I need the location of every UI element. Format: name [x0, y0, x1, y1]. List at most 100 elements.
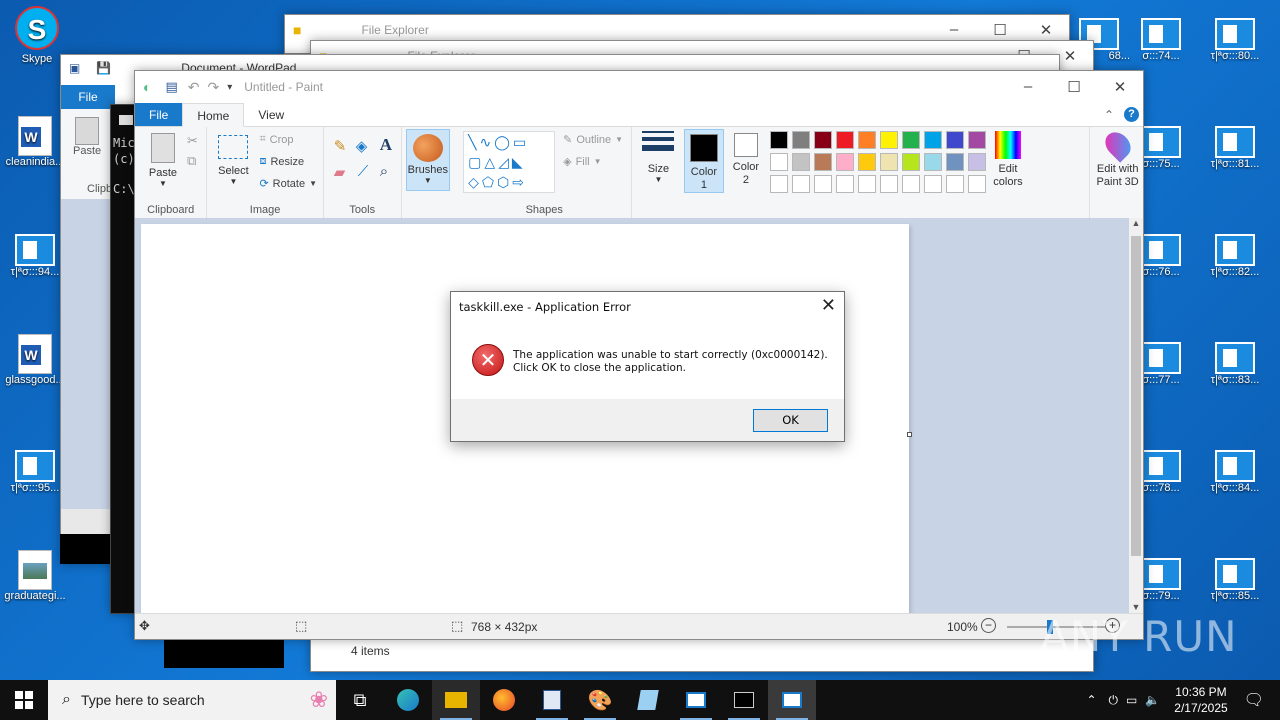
file-explorer-icon[interactable]: [432, 680, 480, 720]
notification-center-icon[interactable]: 🗨: [1244, 690, 1264, 710]
notepad-icon[interactable]: [624, 680, 672, 720]
color-swatch[interactable]: [857, 175, 876, 193]
edge-icon[interactable]: [384, 680, 432, 720]
outline-button[interactable]: ✎ Outline ▼: [563, 133, 623, 147]
close-button[interactable]: ✕: [1023, 21, 1069, 39]
network-icon[interactable]: ▭: [1126, 693, 1137, 707]
minimize-button[interactable]: –: [931, 21, 977, 39]
fill-button[interactable]: ◈ Fill ▼: [563, 155, 601, 169]
color-swatch[interactable]: [857, 153, 876, 171]
close-button[interactable]: ✕: [1097, 78, 1143, 96]
copy-icon[interactable]: ⧉: [187, 153, 196, 169]
firefox-icon[interactable]: [480, 680, 528, 720]
tab-view[interactable]: View: [244, 103, 298, 126]
magnifier-icon[interactable]: ⌕: [380, 163, 388, 180]
color-swatch[interactable]: [769, 153, 788, 171]
clock[interactable]: 10:36 PM 2/17/2025: [1174, 684, 1227, 716]
color-swatch[interactable]: [945, 153, 964, 171]
start-button[interactable]: [0, 680, 48, 720]
scroll-down-arrow[interactable]: ▼: [1129, 602, 1143, 612]
color-swatch[interactable]: [791, 175, 810, 193]
rotate-button[interactable]: ⟳ Rotate ▼: [259, 177, 317, 191]
scroll-thumb[interactable]: [1131, 236, 1141, 556]
desktop-icon-window[interactable]: τ|ªσ:::85...: [1200, 554, 1270, 602]
undo-icon[interactable]: ↶: [188, 79, 200, 96]
zoom-out-icon[interactable]: −: [981, 618, 996, 633]
task-view-icon[interactable]: ⧉: [336, 680, 384, 720]
color-swatch[interactable]: [967, 175, 986, 193]
cut-icon[interactable]: ✂: [187, 133, 198, 149]
wordpad-taskbar-icon[interactable]: [528, 680, 576, 720]
pencil-icon[interactable]: ✎: [334, 137, 347, 155]
color-swatch[interactable]: [901, 175, 920, 193]
select-button[interactable]: Select ▼: [215, 135, 251, 186]
color-swatch[interactable]: [835, 175, 854, 193]
desktop-icon-window[interactable]: τ|ªσ:::80...: [1200, 14, 1270, 62]
usb-device-icon[interactable]: ⏻: [1109, 693, 1119, 708]
collapse-ribbon-icon[interactable]: ⌃: [1104, 103, 1114, 126]
paint-taskbar-icon[interactable]: 🎨: [576, 680, 624, 720]
chevron-up-icon[interactable]: ⌃: [1086, 693, 1096, 707]
color-swatch[interactable]: [835, 131, 854, 149]
desktop-icon-window[interactable]: τ|ªσ:::83...: [1200, 338, 1270, 386]
shapes-gallery[interactable]: ╲∿◯▭ ▢△◿◣ ◇⬠⬡⇨: [463, 131, 556, 193]
color-swatch[interactable]: [835, 153, 854, 171]
maximize-button[interactable]: ☐: [977, 21, 1023, 39]
desktop-icon-window[interactable]: τ|ªσ:::81...: [1200, 122, 1270, 170]
volume-icon[interactable]: 🔈: [1145, 693, 1160, 707]
tab-file[interactable]: File: [135, 103, 183, 126]
wordpad-file-tab[interactable]: File: [61, 85, 115, 109]
brushes-button[interactable]: Brushes ▼: [405, 129, 450, 191]
explorer-window-taskbar-icon[interactable]: [768, 680, 816, 720]
edit-with-paint3d-button[interactable]: Edit with Paint 3D: [1090, 127, 1146, 189]
color-swatch[interactable]: [879, 131, 898, 149]
scroll-up-arrow[interactable]: ▲: [1129, 218, 1143, 228]
help-icon[interactable]: ?: [1124, 107, 1139, 122]
save-icon[interactable]: 💾: [96, 61, 111, 75]
color-swatch[interactable]: [879, 175, 898, 193]
maximize-button[interactable]: ☐: [1051, 78, 1097, 96]
paste-button[interactable]: Paste: [73, 117, 101, 157]
color-swatch[interactable]: [791, 131, 810, 149]
color-swatch[interactable]: [813, 131, 832, 149]
taskbar-search-box[interactable]: ⌕ Type here to search ❀: [48, 680, 336, 720]
desktop-icon-window[interactable]: τ|ªσ:::82...: [1200, 230, 1270, 278]
resize-button[interactable]: ⧈ Resize: [259, 155, 304, 168]
color-swatch[interactable]: [923, 153, 942, 171]
color-swatch[interactable]: [901, 131, 920, 149]
color-swatch[interactable]: [901, 153, 920, 171]
color-swatch[interactable]: [967, 131, 986, 149]
edit-colors-button[interactable]: Edit colors: [986, 131, 1030, 189]
minimize-button[interactable]: –: [1005, 78, 1051, 96]
desktop-icon-window[interactable]: τ|ªσ:::84...: [1200, 446, 1270, 494]
color-swatch[interactable]: [813, 153, 832, 171]
color-picker-icon[interactable]: ⟋: [358, 163, 369, 180]
color-swatch[interactable]: [967, 153, 986, 171]
color-swatch[interactable]: [769, 175, 788, 193]
text-icon[interactable]: A: [380, 135, 392, 155]
tab-home[interactable]: Home: [182, 103, 245, 127]
color-swatch[interactable]: [923, 175, 942, 193]
paste-button[interactable]: Paste ▼: [145, 133, 181, 188]
fill-bucket-icon[interactable]: ◈: [356, 137, 368, 155]
ok-button[interactable]: OK: [753, 409, 828, 432]
app-window-icon[interactable]: [672, 680, 720, 720]
color-swatch[interactable]: [945, 175, 964, 193]
command-prompt-taskbar-icon[interactable]: [720, 680, 768, 720]
canvas-resize-handle[interactable]: [907, 432, 912, 437]
color-swatch[interactable]: [923, 131, 942, 149]
size-button[interactable]: Size ▼: [638, 131, 678, 184]
vertical-scrollbar[interactable]: ▲ ▼: [1129, 218, 1143, 614]
save-icon[interactable]: ▤: [165, 79, 177, 95]
color-swatch[interactable]: [945, 131, 964, 149]
color-swatch[interactable]: [879, 153, 898, 171]
color1-button[interactable]: Color 1: [683, 129, 724, 193]
desktop-icon-window[interactable]: σ:::74...: [1126, 14, 1196, 62]
application-error-dialog[interactable]: taskkill.exe - Application Error ✕ ✕ The…: [450, 291, 845, 442]
customize-toolbar-icon[interactable]: ▾: [227, 82, 232, 93]
redo-icon[interactable]: ↷: [208, 79, 220, 96]
color2-button[interactable]: Color 2: [728, 133, 764, 187]
crop-button[interactable]: ⌗ Crop: [259, 133, 293, 146]
color-swatch[interactable]: [791, 153, 810, 171]
color-swatch[interactable]: [857, 131, 876, 149]
